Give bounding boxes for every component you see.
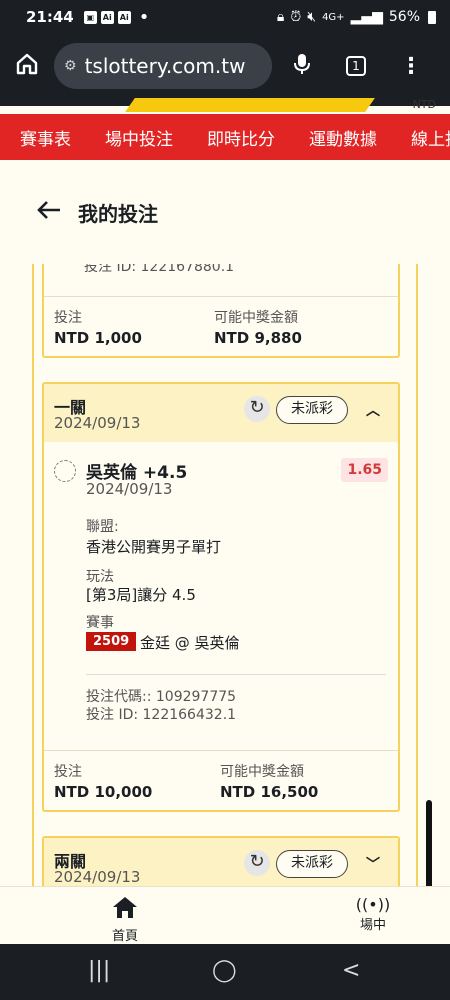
payout-value: NTD 9,880 [214, 329, 302, 347]
selection-date: 2024/09/13 [86, 480, 173, 498]
bet-id: 投注 ID: 122166432.1 [86, 707, 237, 723]
gallery-icon: ▣ [83, 10, 97, 24]
back-button-icon[interactable]: < [342, 958, 360, 983]
more-options-icon[interactable]: ⋮ [400, 54, 422, 79]
ai-icon-2: Ai [117, 10, 131, 24]
brand-accent [125, 98, 375, 112]
status-bar: 21:44 ▣ Ai Ai • 🔒︎ ⏰︎ 🔇︎ 4G+ ▂▄▆ 56% [0, 0, 450, 34]
refresh-icon[interactable]: ↻ [244, 850, 270, 876]
notification-dot-icon: • [138, 6, 150, 28]
back-arrow-icon[interactable] [36, 197, 62, 227]
home-icon [90, 895, 160, 925]
browser-bar: ⚙ tslottery.com.tw 1 ⋮ [0, 34, 450, 98]
microphone-icon[interactable] [274, 52, 330, 80]
nav-item-schedule[interactable]: 賽事表 [0, 125, 85, 150]
chevron-down-icon[interactable]: ﹀ [366, 854, 380, 874]
bet-date: 2024/09/13 [54, 414, 141, 432]
bet-card-header[interactable]: 一關 2024/09/13 ↻ 未派彩 ︿ [44, 384, 398, 442]
market-label: 玩法 [86, 569, 114, 585]
site-settings-icon[interactable]: ⚙ [64, 58, 77, 74]
event-name: 金廷 @ 吳英倫 [140, 634, 240, 652]
selection-radio[interactable] [54, 460, 76, 482]
refresh-icon[interactable]: ↻ [244, 396, 270, 422]
payout-label: 可能中獎金額 [214, 310, 298, 326]
chevron-up-icon[interactable]: ︿ [366, 400, 380, 420]
bottom-tab-bar: 首頁 ((•)) 場中 [0, 886, 450, 944]
battery-percent: 56% [388, 9, 420, 25]
nav-item-sports-data[interactable]: 運動數據 [289, 125, 391, 150]
status-right: 🔒︎ ⏰︎ 🔇︎ 4G+ ▂▄▆ 56% [277, 9, 436, 25]
bet-summary: 投注 NTD 10,000 可能中獎金額 NTD 16,500 [44, 750, 398, 810]
status-badge: 未派彩 [276, 850, 348, 878]
bet-code: 投注代碼:: 109297775 [86, 689, 237, 705]
event-number-badge: 2509 [86, 632, 137, 651]
bet-card: 兩關 2024/09/13 ↻ 未派彩 ﹀ [42, 836, 400, 886]
status-time: 21:44 [26, 8, 74, 26]
tab-switcher-button[interactable]: 1 [346, 56, 366, 76]
league-label: 聯盟: [86, 519, 119, 535]
mute-icon: 🔇︎ [307, 9, 317, 25]
bet-summary: 投注 NTD 1,000 可能中獎金額 NTD 9,880 [44, 296, 398, 356]
league-value: 香港公開賽男子單打 [86, 538, 222, 556]
page-title: 我的投注 [78, 201, 158, 226]
market-value: [第3局]讓分 4.5 [86, 586, 196, 604]
recent-apps-icon[interactable]: ||| [88, 958, 110, 983]
lock-icon: 🔒︎ [276, 9, 285, 25]
payout-col: 可能中獎金額 NTD 9,880 [214, 307, 302, 347]
stake-col: 投注 NTD 1,000 [54, 307, 142, 347]
bet-id-partial: 投注 ID: 122167880.1 [84, 264, 235, 275]
stake-label: 投注 [54, 310, 82, 326]
url-text: tslottery.com.tw [84, 54, 246, 78]
bet-card-header[interactable]: 兩關 2024/09/13 ↻ 未派彩 ﹀ [44, 838, 398, 886]
signal-icon: 4G+ [322, 11, 345, 23]
odds-badge: 1.65 [341, 458, 388, 482]
page-header: 我的投注 [0, 160, 450, 264]
nav-item-online[interactable]: 線上指 [391, 125, 450, 150]
scrollbar[interactable] [426, 800, 432, 886]
signal-bars-icon: ▂▄▆ [350, 9, 383, 25]
tab-home[interactable]: 首頁 [90, 895, 160, 944]
stake-label: 投注 [54, 764, 82, 780]
bets-list[interactable]: 投注 ID: 122167880.1 投注 NTD 1,000 可能中獎金額 N… [0, 264, 450, 886]
ai-icon: Ai [100, 10, 114, 24]
divider [86, 674, 386, 675]
system-nav-bar: ||| ◯ < [0, 944, 450, 1000]
address-bar[interactable]: ⚙ tslottery.com.tw [54, 43, 272, 89]
payout-label: 可能中獎金額 [220, 764, 304, 780]
tab-live[interactable]: ((•)) 場中 [338, 895, 408, 933]
payout-value: NTD 16,500 [220, 783, 319, 801]
tab-live-label: 場中 [359, 918, 386, 933]
alarm-icon: ⏰︎ [290, 9, 302, 25]
bet-card: 一關 2024/09/13 ↻ 未派彩 ︿ 吳英倫 +4.5 2024/09/1… [42, 382, 400, 812]
nav-item-live-betting[interactable]: 場中投注 [85, 125, 187, 150]
currency-hint: NTD [412, 98, 436, 111]
home-button-icon[interactable]: ◯ [212, 958, 237, 983]
stake-col: 投注 NTD 10,000 [54, 761, 152, 801]
bet-date: 2024/09/13 [54, 868, 141, 886]
bet-card: 投注 ID: 122167880.1 投注 NTD 1,000 可能中獎金額 N… [42, 264, 400, 358]
event-label: 賽事 [86, 615, 114, 631]
status-badge: 未派彩 [276, 396, 348, 424]
main-nav: 賽事表 場中投注 即時比分 運動數據 線上指 [0, 114, 450, 160]
tab-home-label: 首頁 [111, 929, 138, 944]
nav-item-live-scores[interactable]: 即時比分 [187, 125, 289, 150]
battery-icon [428, 10, 436, 24]
payout-col: 可能中獎金額 NTD 16,500 [220, 761, 318, 801]
broadcast-icon: ((•)) [355, 895, 391, 914]
site-header-strip: NTD [0, 98, 450, 114]
home-icon[interactable] [0, 52, 54, 80]
stake-value: NTD 10,000 [54, 783, 153, 801]
stake-value: NTD 1,000 [54, 329, 142, 347]
